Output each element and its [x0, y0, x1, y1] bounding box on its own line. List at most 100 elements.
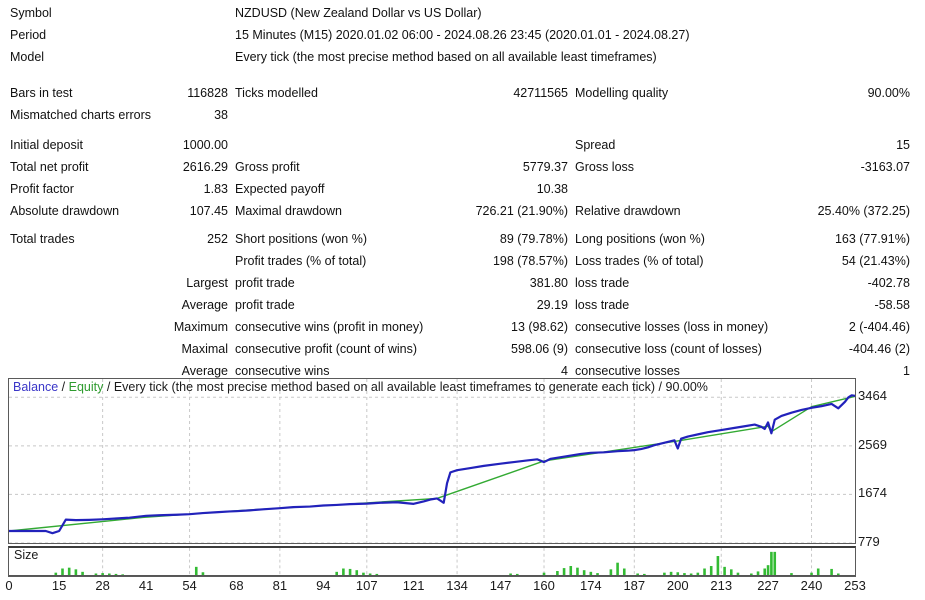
header-row: Period 15 Minutes (M15) 2020.01.02 06:00 … — [0, 28, 925, 50]
stat-value-col1: 252 — [207, 232, 228, 246]
stat-value-col3: 2 (-404.46) — [848, 320, 910, 334]
stat-value-col3: -3163.07 — [860, 160, 910, 174]
x-axis-tick: 240 — [800, 578, 823, 593]
trade-size-panel: Size — [8, 546, 856, 577]
header-row-label: Symbol — [10, 6, 52, 20]
stat-prefix-col1: Average — [181, 298, 228, 312]
stat-value-col2: 29.19 — [536, 298, 568, 312]
strategy-tester-report: Symbol NZDUSD (New Zealand Dollar vs US D… — [0, 0, 925, 600]
stat-prefix-col1: Maximum — [173, 320, 228, 334]
stat-value-col2: 89 (79.78%) — [499, 232, 568, 246]
stat-row: Maximum consecutive wins (profit in money… — [0, 320, 925, 342]
x-axis-tick: 94 — [316, 578, 331, 593]
stat-value-col3: -402.78 — [867, 276, 910, 290]
stat-row: Profit factor 1.83 Expected payoff 10.38 — [0, 182, 925, 204]
stat-row: Average profit trade 29.19 loss trade -58.58 — [0, 298, 925, 320]
legend-separator-2: / — [106, 380, 111, 394]
legend-separator-1: / — [61, 380, 66, 394]
balance-equity-chart: Balance / Equity / Every tick (the most … — [8, 378, 856, 544]
header-row: Symbol NZDUSD (New Zealand Dollar vs US D… — [0, 6, 925, 28]
stat-value-col2: 726.21 (21.90%) — [475, 204, 568, 218]
stat-value-col3: 90.00% — [867, 86, 910, 100]
stat-value-col2: 5779.37 — [522, 160, 568, 174]
stat-label-col2: profit trade — [235, 298, 295, 312]
header-row-value: 15 Minutes (M15) 2020.01.02 06:00 - 2024… — [235, 28, 690, 42]
header-row-value: NZDUSD (New Zealand Dollar vs US Dollar) — [235, 6, 482, 20]
stat-value-col3: 15 — [896, 138, 910, 152]
x-axis-tick: 227 — [757, 578, 779, 593]
stat-value-col1: 1000.00 — [182, 138, 228, 152]
stat-value-col2: 4 — [561, 364, 568, 378]
stat-value-col1: 2616.29 — [182, 160, 228, 174]
stat-value-col1: 38 — [214, 108, 228, 122]
y-axis-tick: 3464 — [858, 388, 887, 404]
stat-label-col3: Spread — [575, 138, 616, 152]
stat-label-col2: Gross profit — [235, 160, 300, 174]
trade-size-bars — [9, 548, 855, 576]
stat-value-col1: 1.83 — [203, 182, 228, 196]
equity-curve-plot — [9, 379, 855, 543]
stat-value-col2: 42711565 — [513, 86, 568, 100]
x-axis-tick: 160 — [533, 578, 555, 593]
stat-value-col2: 598.06 (9) — [511, 342, 568, 356]
stat-value-col1: 116828 — [187, 86, 228, 100]
chart-legend: Balance / Equity / Every tick (the most … — [13, 380, 708, 394]
stat-value-col3: 163 (77.91%) — [834, 232, 910, 246]
stat-row: Mismatched charts errors 38 — [0, 108, 925, 130]
x-axis-tick: 54 — [182, 578, 197, 593]
x-axis-tick: 213 — [710, 578, 733, 593]
stat-label-col3: loss trade — [575, 276, 630, 290]
header-row-value: Every tick (the most precise method base… — [235, 50, 657, 64]
y-axis-tick: 2569 — [858, 436, 887, 452]
legend-balance: Balance — [13, 380, 59, 394]
stat-row: Bars in test 116828 Ticks modelled 42711565… — [0, 86, 925, 108]
stat-value-col2: 13 (98.62) — [511, 320, 568, 334]
legend-equity: Equity — [68, 380, 104, 394]
y-axis-tick: 1674 — [858, 485, 887, 501]
stat-value-col2: 198 (78.57%) — [492, 254, 568, 268]
chart-y-axis: 779 1674 2569 3464 — [858, 378, 922, 549]
stat-value-col3: 1 — [903, 364, 910, 378]
header-row-label: Model — [10, 50, 45, 64]
x-axis-tick: 107 — [355, 578, 378, 593]
x-axis-tick: 187 — [623, 578, 646, 593]
stat-label-col2: profit trade — [235, 276, 295, 290]
stat-row: Maximal consecutive profit (count of wins… — [0, 342, 925, 364]
stat-prefix-col1: Average — [181, 364, 228, 378]
x-axis-tick: 28 — [95, 578, 110, 593]
stat-row: Largest profit trade 381.80 loss trade -402.… — [0, 276, 925, 298]
stat-value-col3: 54 (21.43%) — [841, 254, 910, 268]
stat-row: Absolute drawdown 107.45 Maximal drawdown 7… — [0, 204, 925, 226]
stat-value-col3: -404.46 (2) — [848, 342, 910, 356]
stat-row: Total net profit 2616.29 Gross profit 5779.… — [0, 160, 925, 182]
x-axis-tick: 253 — [844, 578, 866, 593]
stat-label-col3: Gross loss — [575, 160, 635, 174]
x-axis-tick: 15 — [51, 578, 67, 593]
header-row: Model Every tick (the most precise method… — [0, 50, 925, 72]
x-axis-tick: 41 — [138, 578, 154, 593]
stat-row: Profit trades (% of total) 198 (78.57%) Lo… — [0, 254, 925, 276]
stat-value-col1: 107.45 — [189, 204, 228, 218]
stat-label-col3: loss trade — [575, 298, 630, 312]
x-axis-tick: 121 — [402, 578, 425, 593]
x-axis-tick: 174 — [579, 578, 602, 593]
stat-row: Total trades 252 Short positions (won %) 89… — [0, 232, 925, 254]
x-axis-tick: 0 — [5, 578, 13, 593]
stat-prefix-col1: Maximal — [181, 342, 228, 356]
stat-value-col3: -58.58 — [874, 298, 910, 312]
stat-value-col2: 10.38 — [536, 182, 568, 196]
header-row-label: Period — [10, 28, 47, 42]
size-panel-label: Size — [14, 548, 39, 562]
x-axis-tick: 134 — [446, 578, 468, 593]
stat-value-col2: 381.80 — [529, 276, 568, 290]
x-axis-tick: 81 — [272, 578, 288, 593]
stat-value-col3: 25.40% (372.25) — [817, 204, 910, 218]
x-axis-tick: 147 — [489, 578, 512, 593]
stat-prefix-col1: Largest — [186, 276, 228, 290]
stat-row: Initial deposit 1000.00 Spread 15 — [0, 138, 925, 160]
legend-description: Every tick (the most precise method base… — [113, 380, 708, 394]
x-axis-tick: 68 — [229, 578, 244, 593]
y-axis-tick: 779 — [858, 534, 880, 549]
x-axis-tick: 200 — [666, 578, 689, 593]
chart-x-axis: 0 15 28 41 54 68 81 94 107 121 134 147 160 174 187 200 2… — [0, 578, 925, 598]
